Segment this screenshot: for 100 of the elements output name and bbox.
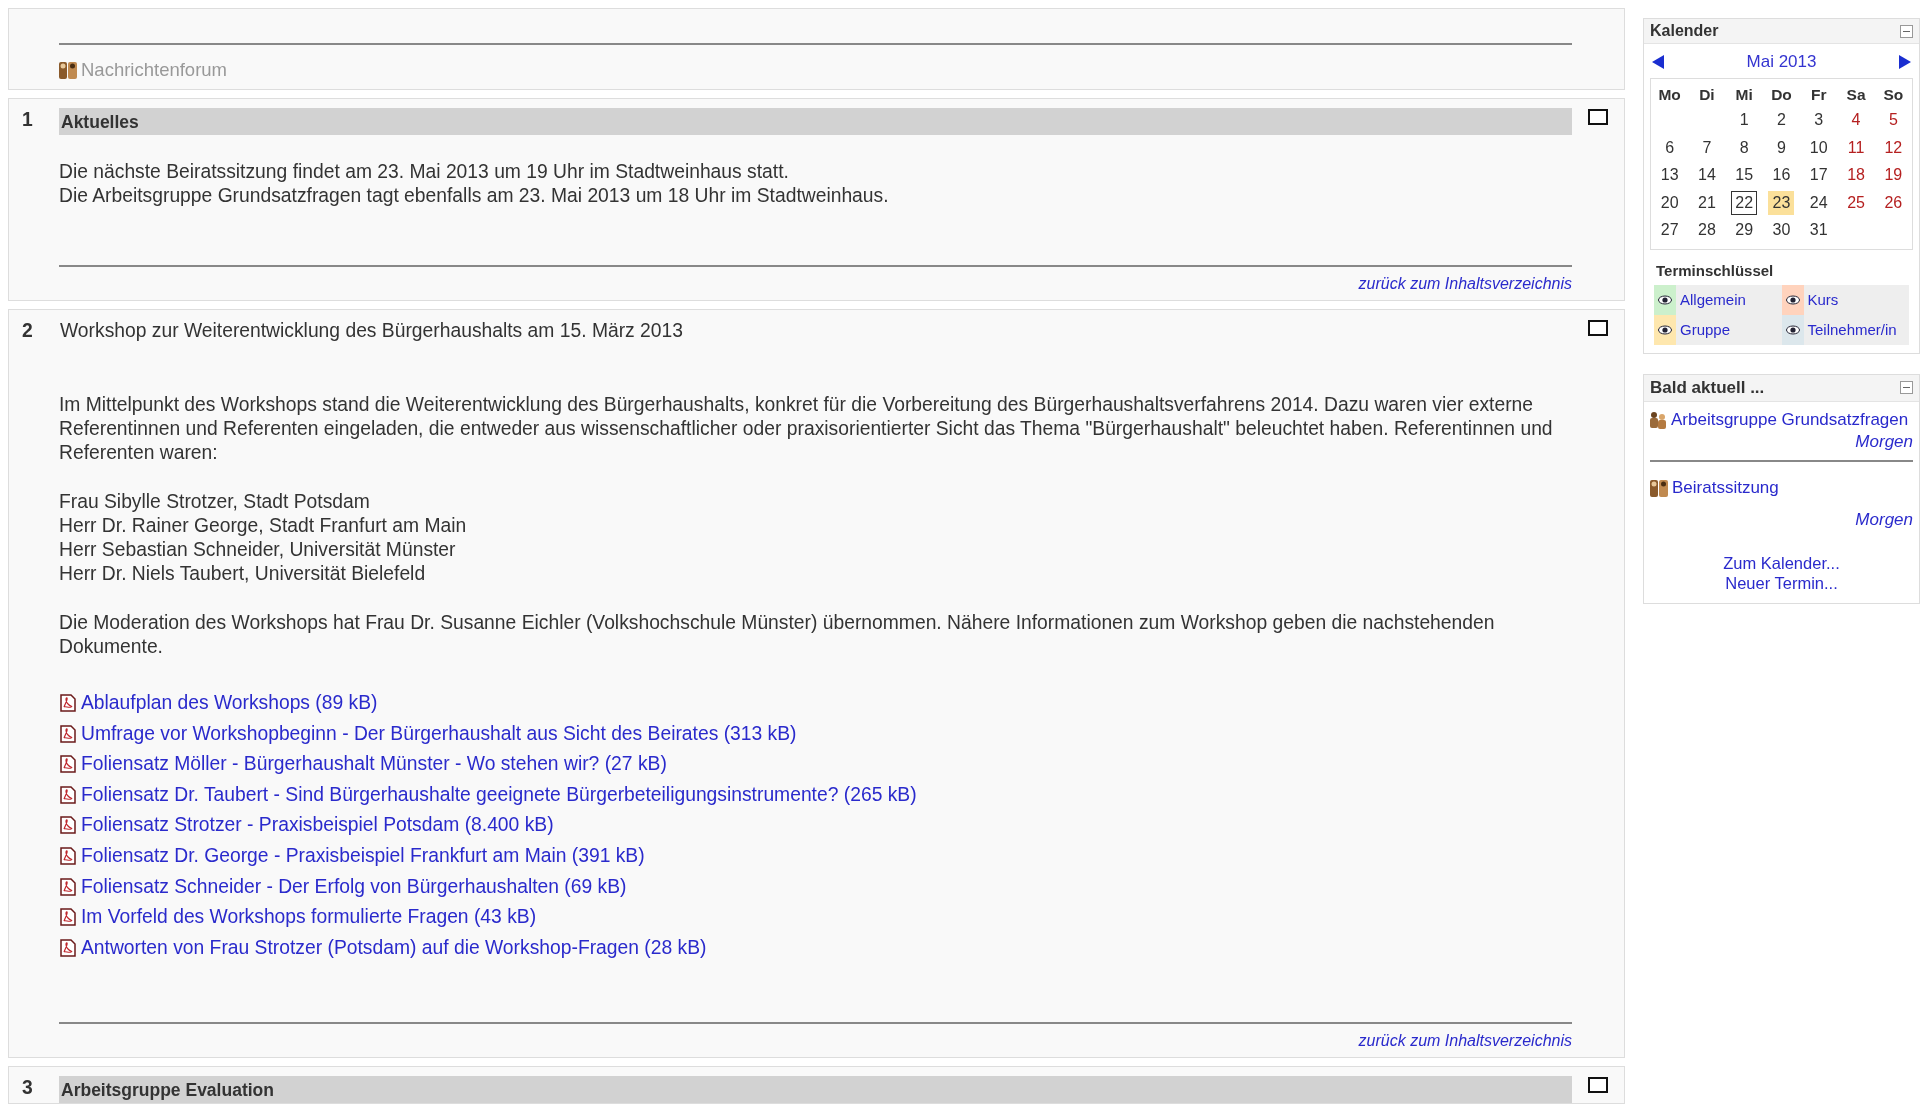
paragraph: Frau Sibylle Strotzer, Stadt Potsdam Herr Dr. Rainer George, Stadt Franfurt am Main Herr Sebastian Schneider, Universität Münster Herr Dr. Niels Taubert, Universität Bielefeld	[59, 490, 468, 586]
calendar-day[interactable]: 22	[1731, 190, 1758, 215]
calendar-link[interactable]: Zum Kalender...	[1723, 553, 1840, 573]
legend-link[interactable]: Gruppe	[1680, 321, 1731, 338]
file-link[interactable]: Im Vorfeld des Workshops formulierte Fragen (43 kB)	[81, 905, 537, 930]
section-title: Workshop zur Weiterentwicklung des Bürgerhaushalts am 15. März 2013	[59, 319, 685, 343]
event-date-link[interactable]: Morgen	[1855, 431, 1913, 451]
calendar-day[interactable]: 7	[1693, 135, 1720, 160]
next-arrow-icon[interactable]	[1899, 55, 1911, 69]
legend-link[interactable]: Teilnehmer/in	[1807, 321, 1897, 338]
event-link[interactable]: Arbeitsgruppe Grundsatzfragen	[1671, 409, 1909, 430]
pdf-file-icon	[59, 694, 77, 712]
paragraph: Im Mittelpunkt des Workshops stand die Weiterentwicklung des Bürgerhaushalts, konkret für die Vorbereitung des Bürgerhaushaltsverfahrens 2014. Dazu waren vier externe Referentinnen und Referenten eingeladen, die entweder aus wissenschaftlicher oder praxisorientierter Sicht das Thema "Bürgerhaushalt" beleuchtet haben. Referentinnen und Referenten waren:	[59, 393, 1554, 465]
calendar-day[interactable]: 5	[1880, 108, 1907, 133]
square-icon[interactable]	[1588, 320, 1608, 336]
collapse-icon[interactable]	[1900, 24, 1913, 38]
legend-swatch[interactable]	[1781, 314, 1804, 345]
calendar-day[interactable]: 20	[1656, 190, 1683, 215]
calendar-day[interactable]: 30	[1768, 218, 1795, 243]
event-date-link[interactable]: Morgen	[1855, 509, 1913, 529]
calendar-day[interactable]: 24	[1805, 190, 1832, 215]
file-link[interactable]: Foliensatz Schneider - Der Erfolg von Bürgerhaushalten (69 kB)	[81, 874, 627, 899]
eye-icon	[1785, 294, 1800, 305]
calendar-day[interactable]: 2	[1768, 108, 1795, 133]
event-link[interactable]: Beiratssitzung	[1672, 477, 1779, 498]
calendar-day[interactable]: 25	[1843, 190, 1870, 215]
month-link[interactable]: Mai 2013	[1746, 52, 1817, 72]
block-title: Bald aktuell ...	[1650, 377, 1765, 398]
file-link[interactable]: Antworten von Frau Strotzer (Potsdam) auf die Workshop-Fragen (28 kB)	[81, 935, 707, 960]
calendar-day[interactable]: 10	[1805, 135, 1832, 160]
weekday-label: Di	[1698, 85, 1716, 105]
weekday-label: So	[1882, 85, 1905, 105]
calendar-day[interactable]: 14	[1693, 163, 1720, 188]
calendar-day[interactable]: 13	[1656, 163, 1683, 188]
calendar-day[interactable]: 3	[1805, 108, 1832, 133]
pdf-file-icon	[59, 877, 77, 896]
pdf-file-icon	[59, 755, 77, 774]
square-icon[interactable]	[1588, 1076, 1608, 1093]
legend-link[interactable]: Allgemein	[1680, 291, 1746, 308]
eye-icon	[1658, 294, 1672, 305]
section-heading: Aktuelles	[59, 108, 1572, 135]
figures-icon	[1650, 478, 1668, 497]
calendar-day[interactable]: 21	[1693, 190, 1720, 215]
previous-arrow-icon[interactable]	[1652, 55, 1664, 69]
back-link[interactable]: zurück zum Inhaltsverzeichnis	[1358, 1031, 1572, 1049]
file-link[interactable]: Foliensatz Dr. George - Praxisbeispiel Frankfurt am Main (391 kB)	[81, 843, 645, 868]
calendar-day[interactable]: 17	[1805, 163, 1832, 188]
section-number: 1	[21, 108, 34, 132]
calendar-day[interactable]: 1	[1731, 108, 1758, 133]
calendar-day[interactable]: 29	[1731, 218, 1758, 243]
weekday-label: Do	[1770, 85, 1793, 105]
people-icon	[1649, 410, 1667, 429]
paragraph: Die nächste Beiratssitzung findet am 23. Mai 2013 um 19 Uhr im Stadtweinhaus statt. Die Arbeitsgruppe Grundsatzfragen tagt ebenfalls am 23. Mai 2013 um 18 Uhr im Stadtweinhaus.	[59, 160, 890, 208]
pdf-file-icon	[59, 846, 77, 865]
file-link[interactable]: Ablaufplan des Workshops (89 kB)	[81, 691, 378, 715]
pdf-file-icon	[59, 938, 77, 957]
calendar-day[interactable]: 19	[1880, 163, 1907, 188]
pdf-file-icon	[59, 816, 77, 835]
calendar-day[interactable]: 12	[1880, 135, 1907, 160]
calendar-day[interactable]: 28	[1693, 218, 1720, 243]
file-link[interactable]: Foliensatz Dr. Taubert - Sind Bürgerhaushalte geeignete Bürgerbeteiligungsinstrumente? (265 kB)	[81, 782, 917, 807]
back-link[interactable]: zurück zum Inhaltsverzeichnis	[1358, 275, 1572, 292]
calendar-day[interactable]: 27	[1656, 218, 1683, 243]
calendar-link[interactable]: Neuer Termin...	[1725, 573, 1838, 593]
calendar-day[interactable]: 16	[1768, 163, 1795, 188]
weekday-label: Sa	[1845, 85, 1867, 105]
legend-swatch[interactable]	[1654, 284, 1676, 315]
section-heading: Arbeitsgruppe Evaluation	[59, 1075, 1572, 1103]
file-link[interactable]: Foliensatz Strotzer - Praxisbeispiel Potsdam (8.400 kB)	[81, 813, 554, 838]
legend-title: Terminschlüssel	[1655, 260, 1775, 281]
section-number: 2	[21, 319, 34, 343]
weekday-label: Mi	[1734, 85, 1754, 105]
calendar-day[interactable]: 15	[1731, 163, 1758, 188]
file-link[interactable]: Foliensatz Möller - Bürgerhaushalt Münster - Wo stehen wir? (27 kB)	[81, 752, 667, 777]
paragraph: Die Moderation des Workshops hat Frau Dr. Susanne Eichler (Volkshochschule Münster) übernommen. Nähere Informationen zum Workshop geben die nachstehenden Dokumente.	[59, 611, 1496, 659]
collapse-icon[interactable]	[1900, 381, 1913, 394]
square-icon[interactable]	[1588, 109, 1608, 125]
file-link[interactable]: Umfrage vor Workshopbeginn - Der Bürgerhaushalt aus Sicht des Beirates (313 kB)	[81, 721, 797, 746]
calendar-day[interactable]: 26	[1880, 190, 1907, 215]
calendar-day[interactable]: 6	[1656, 135, 1683, 160]
eye-icon	[1658, 324, 1672, 335]
legend-link[interactable]: Kurs	[1807, 291, 1839, 308]
calendar-day[interactable]: 31	[1805, 218, 1832, 243]
calendar-day[interactable]: 23	[1768, 190, 1795, 215]
pdf-file-icon	[59, 908, 77, 927]
section-number: 3	[21, 1075, 34, 1100]
legend-swatch[interactable]	[1654, 314, 1676, 345]
calendar-day[interactable]: 11	[1843, 135, 1870, 160]
pdf-file-icon	[59, 785, 77, 804]
calendar-day[interactable]: 4	[1843, 108, 1870, 133]
weekday-label: Fr	[1810, 85, 1828, 105]
calendar-day[interactable]: 9	[1768, 135, 1795, 160]
block-title: Kalender	[1650, 22, 1719, 40]
figures-icon	[59, 61, 77, 79]
calendar-day[interactable]: 18	[1843, 163, 1870, 188]
calendar-day[interactable]: 8	[1731, 135, 1758, 160]
weekday-label: Mo	[1657, 85, 1682, 105]
legend-swatch[interactable]	[1781, 284, 1804, 315]
eye-icon	[1785, 324, 1800, 335]
pdf-file-icon	[59, 724, 77, 743]
